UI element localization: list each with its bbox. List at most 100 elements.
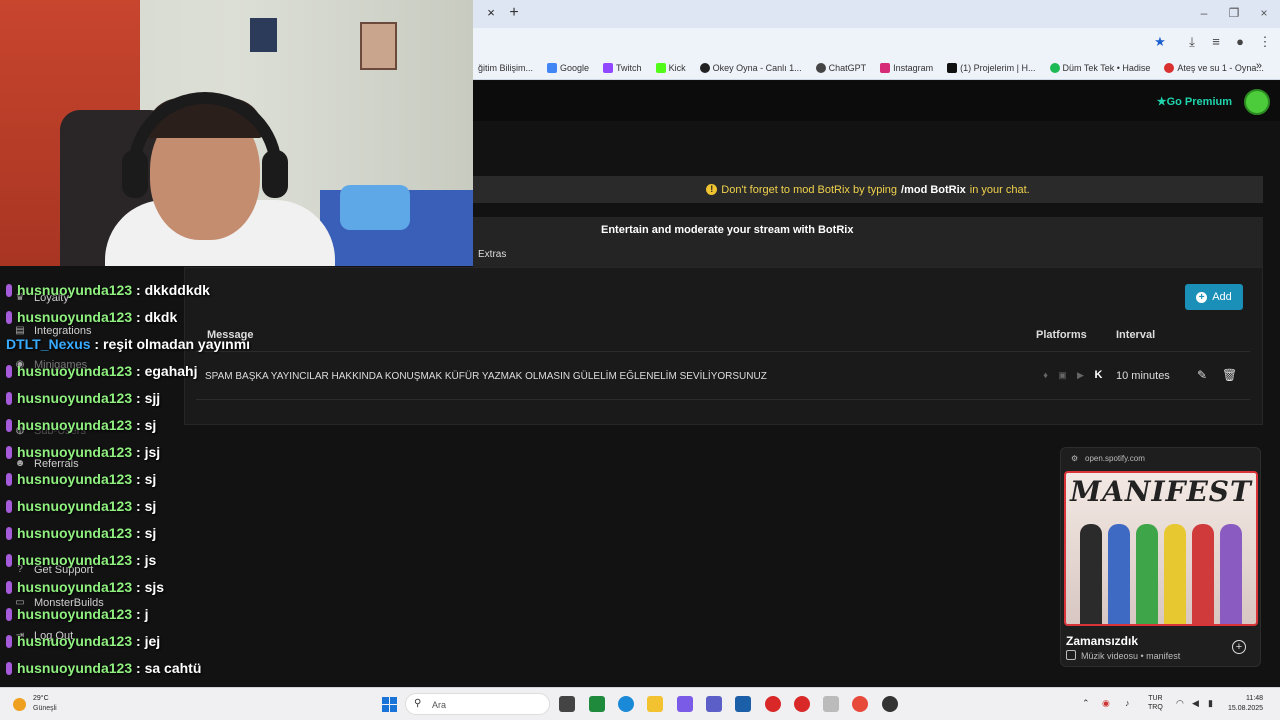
start-icon[interactable]	[382, 697, 397, 712]
bookmark-item[interactable]: Instagram	[875, 62, 938, 73]
go-premium-link[interactable]: ★Go Premium	[1157, 95, 1232, 108]
weather-sun-icon[interactable]	[13, 698, 26, 711]
chat-message: husnuoyunda123 : j	[6, 606, 148, 622]
taskbar-search[interactable]: ⚲ Ara	[405, 693, 550, 715]
battery-icon[interactable]: ▮	[1208, 698, 1213, 709]
bookmarks-bar: ğitim Bilişim... Google Twitch Kick Okey…	[473, 56, 1280, 80]
bookmarks-more-icon[interactable]: »	[1256, 60, 1262, 72]
teams-icon[interactable]	[706, 696, 722, 712]
chat-separator: :	[132, 525, 145, 541]
chat-text: jsj	[144, 444, 161, 460]
lang-bottom: TRQ	[1148, 704, 1163, 711]
webcam-overlay	[0, 0, 473, 266]
copilot-icon[interactable]	[677, 696, 693, 712]
site-settings-icon: ⚙	[1071, 454, 1079, 463]
new-tab-button[interactable]: +	[505, 4, 523, 22]
restore-icon[interactable]: ❐	[1219, 4, 1249, 22]
mic-badge-icon	[6, 500, 12, 513]
microphone-icon[interactable]: ♪	[1125, 698, 1130, 708]
wifi-icon[interactable]: ◠	[1176, 698, 1184, 709]
avatar[interactable]	[1244, 89, 1270, 115]
minimize-icon[interactable]: –	[1189, 4, 1219, 22]
media-control-icon[interactable]: ≡	[1207, 33, 1225, 51]
xbox-icon[interactable]	[589, 696, 605, 712]
add-to-library-icon[interactable]: +	[1232, 640, 1246, 654]
store-icon[interactable]	[735, 696, 751, 712]
app-icon[interactable]	[794, 696, 810, 712]
column-interval: Interval	[1116, 329, 1156, 341]
bookmark-label: Google	[560, 62, 590, 73]
mic-badge-icon	[6, 446, 12, 459]
delete-icon[interactable]: 🗑	[1222, 368, 1237, 382]
add-button[interactable]: + Add	[1185, 284, 1243, 310]
chat-message: husnuoyunda123 : sa cahtü	[6, 660, 201, 676]
bookmark-item[interactable]: Ateş ve su 1 - Oyna...	[1159, 62, 1269, 73]
task-view-icon[interactable]	[559, 696, 575, 712]
chat-message: husnuoyunda123 : sj	[6, 525, 156, 541]
close-window-icon[interactable]: ×	[1249, 4, 1279, 22]
instagram-icon	[880, 62, 891, 73]
tray-chevron-icon[interactable]: ⌃	[1082, 698, 1090, 709]
bookmark-item[interactable]: ChatGPT	[811, 62, 872, 73]
divider	[196, 351, 1250, 352]
volume-icon[interactable]: ◀	[1192, 698, 1199, 709]
menu-kebab-icon[interactable]: ⋮	[1256, 33, 1274, 51]
file-explorer-icon[interactable]	[647, 696, 663, 712]
bookmark-item[interactable]: Kick	[651, 62, 691, 73]
chat-text: egahahj	[144, 363, 198, 379]
chat-message: husnuoyunda123 : sj	[6, 471, 156, 487]
divider	[196, 399, 1250, 400]
chat-separator: :	[132, 633, 145, 649]
headphone-ear	[122, 150, 148, 198]
bookmark-label: Düm Tek Tek • Hadise	[1062, 62, 1151, 73]
bookmark-label: (1) Projelerim | H...	[960, 62, 1036, 73]
cover-title: MANIFEST	[1070, 475, 1252, 508]
chat-username: DTLT_Nexus	[6, 336, 91, 352]
bookmark-item[interactable]: Düm Tek Tek • Hadise	[1045, 62, 1156, 73]
mic-badge-icon	[6, 284, 12, 297]
tab-close-icon[interactable]: ×	[483, 5, 499, 21]
mic-badge-icon	[6, 392, 12, 405]
mic-badge-icon	[6, 608, 12, 621]
chat-separator: :	[132, 309, 145, 325]
profile-icon[interactable]: ●	[1231, 33, 1249, 51]
clock[interactable]: 11:48 15.08.2025	[1228, 694, 1263, 714]
spotify-mini-player[interactable]: ⚙ open.spotify.com MANIFEST Zamansızdık …	[1060, 447, 1261, 667]
capcut-icon	[947, 62, 958, 73]
tray-app-icon[interactable]: ◉	[1102, 698, 1110, 709]
chat-separator: :	[132, 444, 145, 460]
bookmark-item[interactable]: (1) Projelerim | H...	[942, 62, 1040, 73]
chat-message: husnuoyunda123 : sjj	[6, 390, 160, 406]
cover-figure	[1136, 524, 1158, 624]
bookmark-item[interactable]: ğitim Bilişim...	[473, 63, 538, 73]
chat-username: husnuoyunda123	[17, 606, 133, 622]
edge-icon[interactable]	[618, 696, 634, 712]
chat-message: husnuoyunda123 : jej	[6, 633, 160, 649]
bookmark-item[interactable]: Google	[542, 62, 594, 73]
language-indicator[interactable]: TUR TRQ	[1148, 694, 1163, 712]
bookmark-star-icon[interactable]: ★	[1151, 33, 1169, 51]
bookmark-label: Instagram	[893, 62, 934, 73]
download-icon[interactable]: ⤓	[1183, 33, 1201, 51]
bookmark-item[interactable]: Twitch	[598, 62, 647, 73]
chrome-icon[interactable]	[852, 696, 868, 712]
obs-icon[interactable]	[882, 696, 898, 712]
warning-icon: !	[706, 184, 718, 195]
chat-separator: :	[90, 336, 103, 352]
chat-text: sjs	[144, 579, 165, 595]
bookmark-item[interactable]: Okey Oyna - Canlı 1...	[695, 62, 807, 73]
chat-platform-icon: ▣	[1058, 370, 1067, 380]
app-icon[interactable]	[765, 696, 781, 712]
top-nav: ★Go Premium	[473, 81, 1280, 121]
app-icon[interactable]	[823, 696, 839, 712]
cover-figure	[1080, 524, 1102, 624]
chat-text: j	[144, 606, 149, 622]
mic-badge-icon	[6, 527, 12, 540]
mic-badge-icon	[6, 365, 12, 378]
chat-username: husnuoyunda123	[17, 417, 133, 433]
youtube-platform-icon: ▶	[1077, 370, 1084, 380]
twitch-icon	[603, 62, 614, 73]
chat-username: husnuoyunda123	[17, 552, 133, 568]
tab-extras[interactable]: Extras	[478, 249, 506, 260]
edit-icon[interactable]: ✎	[1197, 368, 1207, 382]
